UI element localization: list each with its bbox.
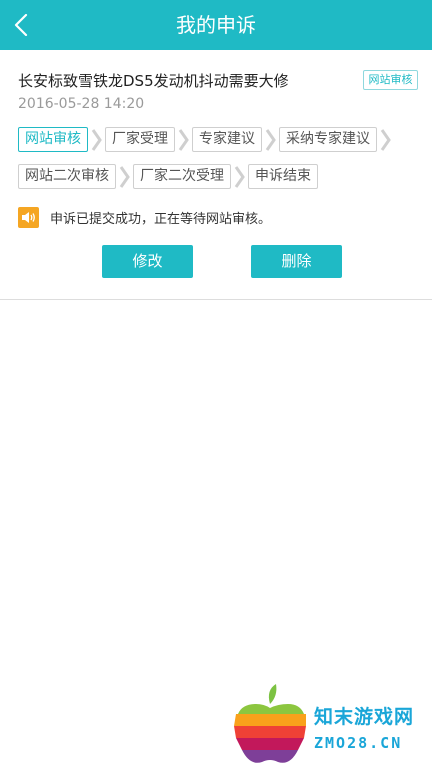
chevron-right-icon [175, 127, 192, 152]
watermark-name: 知末游戏网 [314, 706, 415, 728]
chevron-right-icon [231, 164, 248, 189]
page-title: 我的申诉 [176, 13, 256, 37]
edit-button[interactable]: 修改 [102, 245, 193, 278]
chevron-right-icon [88, 127, 105, 152]
step-manufacturer-second-accept: 厂家二次受理 [133, 164, 231, 189]
notice-text: 申诉已提交成功，正在等待网站审核。 [50, 212, 272, 227]
step-complaint-closed: 申诉结束 [248, 164, 318, 189]
status-badge: 网站审核 [363, 70, 418, 90]
watermark-url: ZMO28.CN [314, 734, 403, 752]
speaker-icon [18, 207, 39, 228]
apple-logo-icon [234, 684, 306, 763]
complaint-title: 长安标致雪铁龙DS5发动机抖动需要大修 [18, 72, 289, 90]
progress-steps-row-1: 网站审核 厂家受理 专家建议 采纳专家建议 [18, 127, 394, 152]
complaint-card: 长安标致雪铁龙DS5发动机抖动需要大修 2016-05-28 14:20 网站审… [0, 50, 432, 300]
status-notice: 申诉已提交成功，正在等待网站审核。 [18, 207, 271, 228]
chevron-right-icon [377, 127, 394, 152]
step-website-review: 网站审核 [18, 127, 88, 152]
step-expert-advice: 专家建议 [192, 127, 262, 152]
step-website-second-review: 网站二次审核 [18, 164, 116, 189]
header-bar: 我的申诉 [0, 0, 432, 50]
step-manufacturer-accept: 厂家受理 [105, 127, 175, 152]
progress-steps-row-2: 网站二次审核 厂家二次受理 申诉结束 [18, 164, 318, 189]
watermark: 知末游戏网 ZMO28.CN [232, 682, 432, 768]
chevron-right-icon [116, 164, 133, 189]
delete-button[interactable]: 删除 [251, 245, 342, 278]
complaint-date: 2016-05-28 14:20 [18, 96, 145, 112]
chevron-right-icon [262, 127, 279, 152]
step-adopt-expert-advice: 采纳专家建议 [279, 127, 377, 152]
